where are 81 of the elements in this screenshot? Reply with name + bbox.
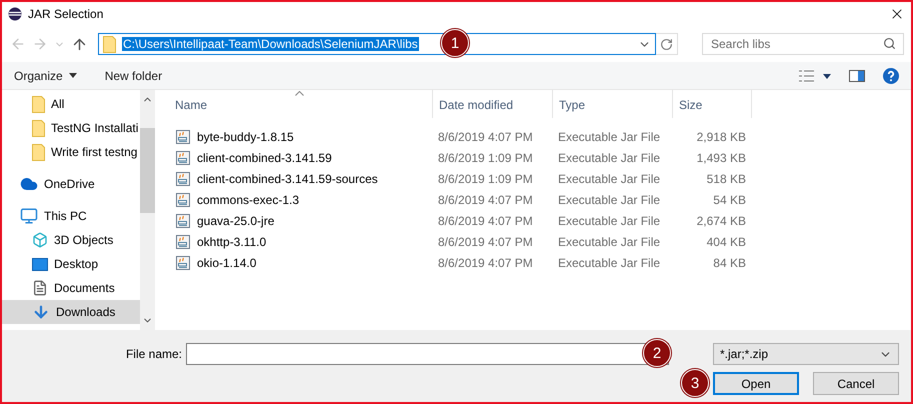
- file-name-cell[interactable]: guava-25.0-jre: [169, 212, 432, 228]
- jar-file-icon: [175, 170, 191, 186]
- cube-icon: [32, 232, 48, 248]
- type-cell-text: Executable Jar File: [557, 192, 662, 206]
- new-folder-button[interactable]: New folder: [104, 68, 162, 82]
- file-name-label: File name:: [126, 347, 182, 361]
- column-header[interactable]: Name: [169, 90, 432, 118]
- help-icon[interactable]: [883, 68, 899, 84]
- size-cell-text: 2,674 KB: [696, 214, 747, 228]
- file-name-field[interactable]: [186, 343, 669, 365]
- type-cell-text: Executable Jar File: [557, 256, 662, 270]
- date-cell-text: 8/6/2019 4:07 PM: [437, 256, 534, 270]
- address-path: C:\Users\Intellipaat-Team\Downloads\SeleniumJAR\libs: [122, 37, 419, 51]
- window-title: JAR Selection: [28, 7, 104, 21]
- jar-file-icon: [175, 212, 191, 228]
- search-field[interactable]: Search libs: [702, 33, 904, 55]
- callout-badge: 3: [681, 369, 709, 397]
- jar-file-icon: [175, 254, 191, 270]
- jar-file-icon: [175, 234, 191, 250]
- jar-file-icon: [175, 128, 191, 144]
- type-cell-text: Executable Jar File: [557, 172, 662, 186]
- cloud-icon: [20, 175, 38, 193]
- folder-icon: [103, 36, 116, 52]
- file-name-cell[interactable]: client-combined-3.141.59: [169, 150, 432, 166]
- download-icon: [32, 303, 50, 321]
- date-cell-text: 8/6/2019 4:07 PM: [437, 214, 534, 228]
- folder-icon: [32, 144, 45, 160]
- file-name-cell[interactable]: client-combined-3.141.59-sources: [169, 170, 432, 186]
- document-icon: [32, 280, 48, 296]
- column-header[interactable]: Type: [552, 90, 672, 118]
- sidebar-item[interactable]: Documents: [2, 276, 140, 300]
- sidebar-item[interactable]: TestNG Installati: [2, 116, 140, 140]
- type-cell-text: Executable Jar File: [557, 214, 662, 228]
- type-cell-text: Executable Jar File: [557, 150, 662, 164]
- preview-pane-icon[interactable]: [849, 70, 865, 82]
- sidebar-item[interactable]: 3D Objects: [2, 228, 140, 252]
- type-cell-text: Executable Jar File: [557, 130, 662, 144]
- file-name-cell[interactable]: okio-1.14.0: [169, 254, 432, 270]
- callout-badge: 2: [643, 339, 671, 367]
- column-header[interactable]: Size: [672, 90, 752, 118]
- file-name-cell[interactable]: commons-exec-1.3: [169, 192, 432, 208]
- cancel-button[interactable]: Cancel: [813, 372, 899, 395]
- organize-button[interactable]: Organize: [14, 68, 77, 82]
- open-button[interactable]: Open: [713, 372, 799, 395]
- file-name-cell[interactable]: byte-buddy-1.8.15: [169, 128, 432, 144]
- desktop-icon: [32, 258, 48, 270]
- date-cell-text: 8/6/2019 4:07 PM: [437, 192, 534, 206]
- app-icon: [8, 7, 22, 21]
- size-cell-text: 2,918 KB: [696, 130, 747, 144]
- sidebar-item[interactable]: All: [2, 92, 140, 116]
- size-cell-text: 84 KB: [712, 256, 747, 270]
- size-cell-text: 518 KB: [706, 172, 747, 186]
- file-name-cell[interactable]: okhttp-3.11.0: [169, 234, 432, 250]
- scrollbar[interactable]: [140, 90, 155, 330]
- refresh-icon: [660, 38, 673, 50]
- monitor-icon: [20, 207, 38, 225]
- sidebar-item[interactable]: OneDrive: [2, 172, 140, 196]
- refresh-button[interactable]: [656, 33, 678, 55]
- column-header[interactable]: Date modified: [432, 90, 552, 118]
- jar-file-icon: [175, 150, 191, 166]
- size-cell-text: 1,493 KB: [696, 150, 747, 164]
- folder-icon: [32, 120, 45, 136]
- sidebar-item[interactable]: Downloads: [2, 300, 140, 324]
- search-icon: [883, 37, 896, 50]
- view-options-icon[interactable]: [799, 70, 831, 82]
- dropdown-caret-icon: [68, 73, 77, 78]
- size-cell-text: 404 KB: [706, 234, 747, 248]
- type-cell-text: Executable Jar File: [557, 234, 662, 248]
- sidebar-item[interactable]: Write first testng: [2, 140, 140, 164]
- file-type-dropdown[interactable]: *.jar;*.zip: [713, 343, 899, 365]
- sidebar-item[interactable]: This PC: [2, 204, 140, 228]
- jar-file-icon: [175, 192, 191, 208]
- sidebar-item[interactable]: Desktop: [2, 252, 140, 276]
- callout-badge: 1: [441, 29, 469, 57]
- date-cell-text: 8/6/2019 4:07 PM: [437, 130, 534, 144]
- date-cell-text: 8/6/2019 1:09 PM: [437, 150, 534, 164]
- folder-icon: [32, 96, 45, 112]
- date-cell-text: 8/6/2019 4:07 PM: [437, 234, 534, 248]
- sort-caret-icon: [295, 91, 304, 96]
- date-cell-text: 8/6/2019 1:09 PM: [437, 172, 534, 186]
- size-cell-text: 54 KB: [712, 192, 747, 206]
